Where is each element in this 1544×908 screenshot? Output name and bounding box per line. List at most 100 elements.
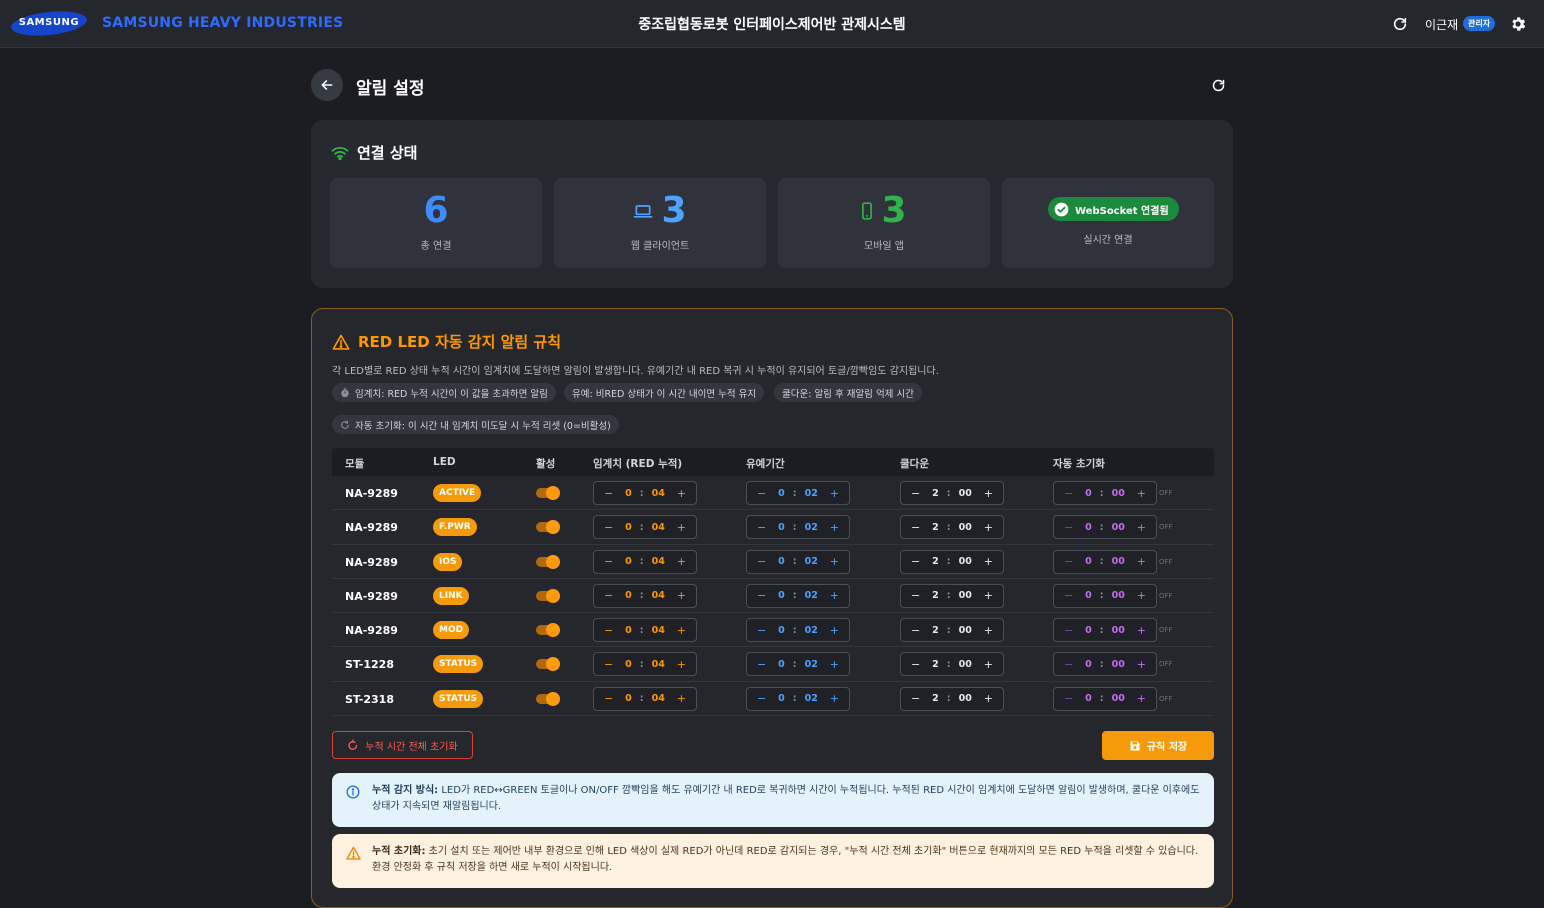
active-toggle[interactable] <box>536 486 560 500</box>
active-toggle[interactable] <box>536 623 560 638</box>
auto-reset-increment-button[interactable]: + <box>1137 658 1146 671</box>
cooldown-decrement-button[interactable]: − <box>911 692 920 705</box>
grace-minutes[interactable]: 0 <box>778 693 785 704</box>
auto-reset-decrement-button[interactable]: − <box>1064 624 1073 637</box>
threshold-increment-button[interactable]: + <box>677 624 686 637</box>
cooldown-increment-button[interactable]: + <box>984 589 993 602</box>
grace-increment-button[interactable]: + <box>830 589 839 602</box>
active-toggle[interactable] <box>536 554 560 569</box>
threshold-increment-button[interactable]: + <box>677 521 686 534</box>
cooldown-minutes[interactable]: 2 <box>932 522 939 533</box>
cooldown-minutes[interactable]: 2 <box>932 590 939 601</box>
back-button[interactable] <box>311 69 343 101</box>
grace-minutes[interactable]: 0 <box>778 488 785 499</box>
cooldown-increment-button[interactable]: + <box>984 555 993 568</box>
grace-minutes[interactable]: 0 <box>778 590 785 601</box>
threshold-increment-button[interactable]: + <box>677 589 686 602</box>
auto-reset-seconds[interactable]: 00 <box>1112 625 1125 636</box>
threshold-decrement-button[interactable]: − <box>604 487 613 500</box>
active-toggle[interactable] <box>536 691 560 706</box>
grace-seconds[interactable]: 02 <box>805 522 818 533</box>
cooldown-seconds[interactable]: 00 <box>959 693 972 704</box>
save-rules-button[interactable]: 규칙 저장 <box>1102 731 1214 760</box>
cooldown-increment-button[interactable]: + <box>984 624 993 637</box>
threshold-minutes[interactable]: 0 <box>625 659 632 670</box>
cooldown-increment-button[interactable]: + <box>984 487 993 500</box>
grace-increment-button[interactable]: + <box>830 521 839 534</box>
grace-increment-button[interactable]: + <box>830 692 839 705</box>
cooldown-decrement-button[interactable]: − <box>911 487 920 500</box>
grace-seconds[interactable]: 02 <box>805 625 818 636</box>
auto-reset-minutes[interactable]: 0 <box>1085 659 1092 670</box>
threshold-seconds[interactable]: 04 <box>652 556 665 567</box>
threshold-minutes[interactable]: 0 <box>625 625 632 636</box>
grace-seconds[interactable]: 02 <box>805 556 818 567</box>
auto-reset-decrement-button[interactable]: − <box>1064 589 1073 602</box>
auto-reset-minutes[interactable]: 0 <box>1085 625 1092 636</box>
cooldown-decrement-button[interactable]: − <box>911 521 920 534</box>
cooldown-seconds[interactable]: 00 <box>959 659 972 670</box>
grace-increment-button[interactable]: + <box>830 624 839 637</box>
grace-increment-button[interactable]: + <box>830 658 839 671</box>
cooldown-decrement-button[interactable]: − <box>911 555 920 568</box>
threshold-increment-button[interactable]: + <box>677 692 686 705</box>
threshold-seconds[interactable]: 04 <box>652 522 665 533</box>
threshold-decrement-button[interactable]: − <box>604 589 613 602</box>
auto-reset-decrement-button[interactable]: − <box>1064 692 1073 705</box>
settings-icon[interactable] <box>1507 13 1529 35</box>
grace-decrement-button[interactable]: − <box>757 521 766 534</box>
cooldown-seconds[interactable]: 00 <box>959 488 972 499</box>
threshold-decrement-button[interactable]: − <box>604 658 613 671</box>
active-toggle[interactable] <box>536 588 560 603</box>
user-name[interactable]: 이근재 <box>1425 16 1458 33</box>
grace-minutes[interactable]: 0 <box>778 522 785 533</box>
cooldown-seconds[interactable]: 00 <box>959 590 972 601</box>
grace-seconds[interactable]: 02 <box>805 488 818 499</box>
grace-seconds[interactable]: 02 <box>805 659 818 670</box>
threshold-seconds[interactable]: 04 <box>652 590 665 601</box>
threshold-minutes[interactable]: 0 <box>625 522 632 533</box>
cooldown-seconds[interactable]: 00 <box>959 625 972 636</box>
cooldown-increment-button[interactable]: + <box>984 692 993 705</box>
cooldown-increment-button[interactable]: + <box>984 658 993 671</box>
threshold-minutes[interactable]: 0 <box>625 488 632 499</box>
threshold-increment-button[interactable]: + <box>677 658 686 671</box>
cooldown-decrement-button[interactable]: − <box>911 589 920 602</box>
cooldown-minutes[interactable]: 2 <box>932 556 939 567</box>
cooldown-minutes[interactable]: 2 <box>932 693 939 704</box>
active-toggle[interactable] <box>536 520 560 535</box>
auto-reset-seconds[interactable]: 00 <box>1112 522 1125 533</box>
auto-reset-minutes[interactable]: 0 <box>1085 488 1092 499</box>
auto-reset-seconds[interactable]: 00 <box>1112 556 1125 567</box>
grace-decrement-button[interactable]: − <box>757 624 766 637</box>
grace-increment-button[interactable]: + <box>830 555 839 568</box>
threshold-minutes[interactable]: 0 <box>625 590 632 601</box>
cooldown-decrement-button[interactable]: − <box>911 624 920 637</box>
threshold-minutes[interactable]: 0 <box>625 693 632 704</box>
active-toggle[interactable] <box>536 657 560 672</box>
threshold-seconds[interactable]: 04 <box>652 659 665 670</box>
grace-decrement-button[interactable]: − <box>757 555 766 568</box>
grace-minutes[interactable]: 0 <box>778 556 785 567</box>
threshold-decrement-button[interactable]: − <box>604 624 613 637</box>
grace-decrement-button[interactable]: − <box>757 692 766 705</box>
auto-reset-minutes[interactable]: 0 <box>1085 522 1092 533</box>
threshold-decrement-button[interactable]: − <box>604 555 613 568</box>
grace-increment-button[interactable]: + <box>830 487 839 500</box>
auto-reset-increment-button[interactable]: + <box>1137 487 1146 500</box>
grace-minutes[interactable]: 0 <box>778 659 785 670</box>
grace-decrement-button[interactable]: − <box>757 487 766 500</box>
cooldown-seconds[interactable]: 00 <box>959 556 972 567</box>
page-refresh-button[interactable] <box>1207 74 1229 96</box>
auto-reset-decrement-button[interactable]: − <box>1064 521 1073 534</box>
auto-reset-decrement-button[interactable]: − <box>1064 658 1073 671</box>
cooldown-seconds[interactable]: 00 <box>959 522 972 533</box>
grace-decrement-button[interactable]: − <box>757 589 766 602</box>
auto-reset-decrement-button[interactable]: − <box>1064 555 1073 568</box>
auto-reset-minutes[interactable]: 0 <box>1085 590 1092 601</box>
auto-reset-increment-button[interactable]: + <box>1137 555 1146 568</box>
threshold-increment-button[interactable]: + <box>677 487 686 500</box>
auto-reset-increment-button[interactable]: + <box>1137 589 1146 602</box>
auto-reset-seconds[interactable]: 00 <box>1112 659 1125 670</box>
cooldown-decrement-button[interactable]: − <box>911 658 920 671</box>
